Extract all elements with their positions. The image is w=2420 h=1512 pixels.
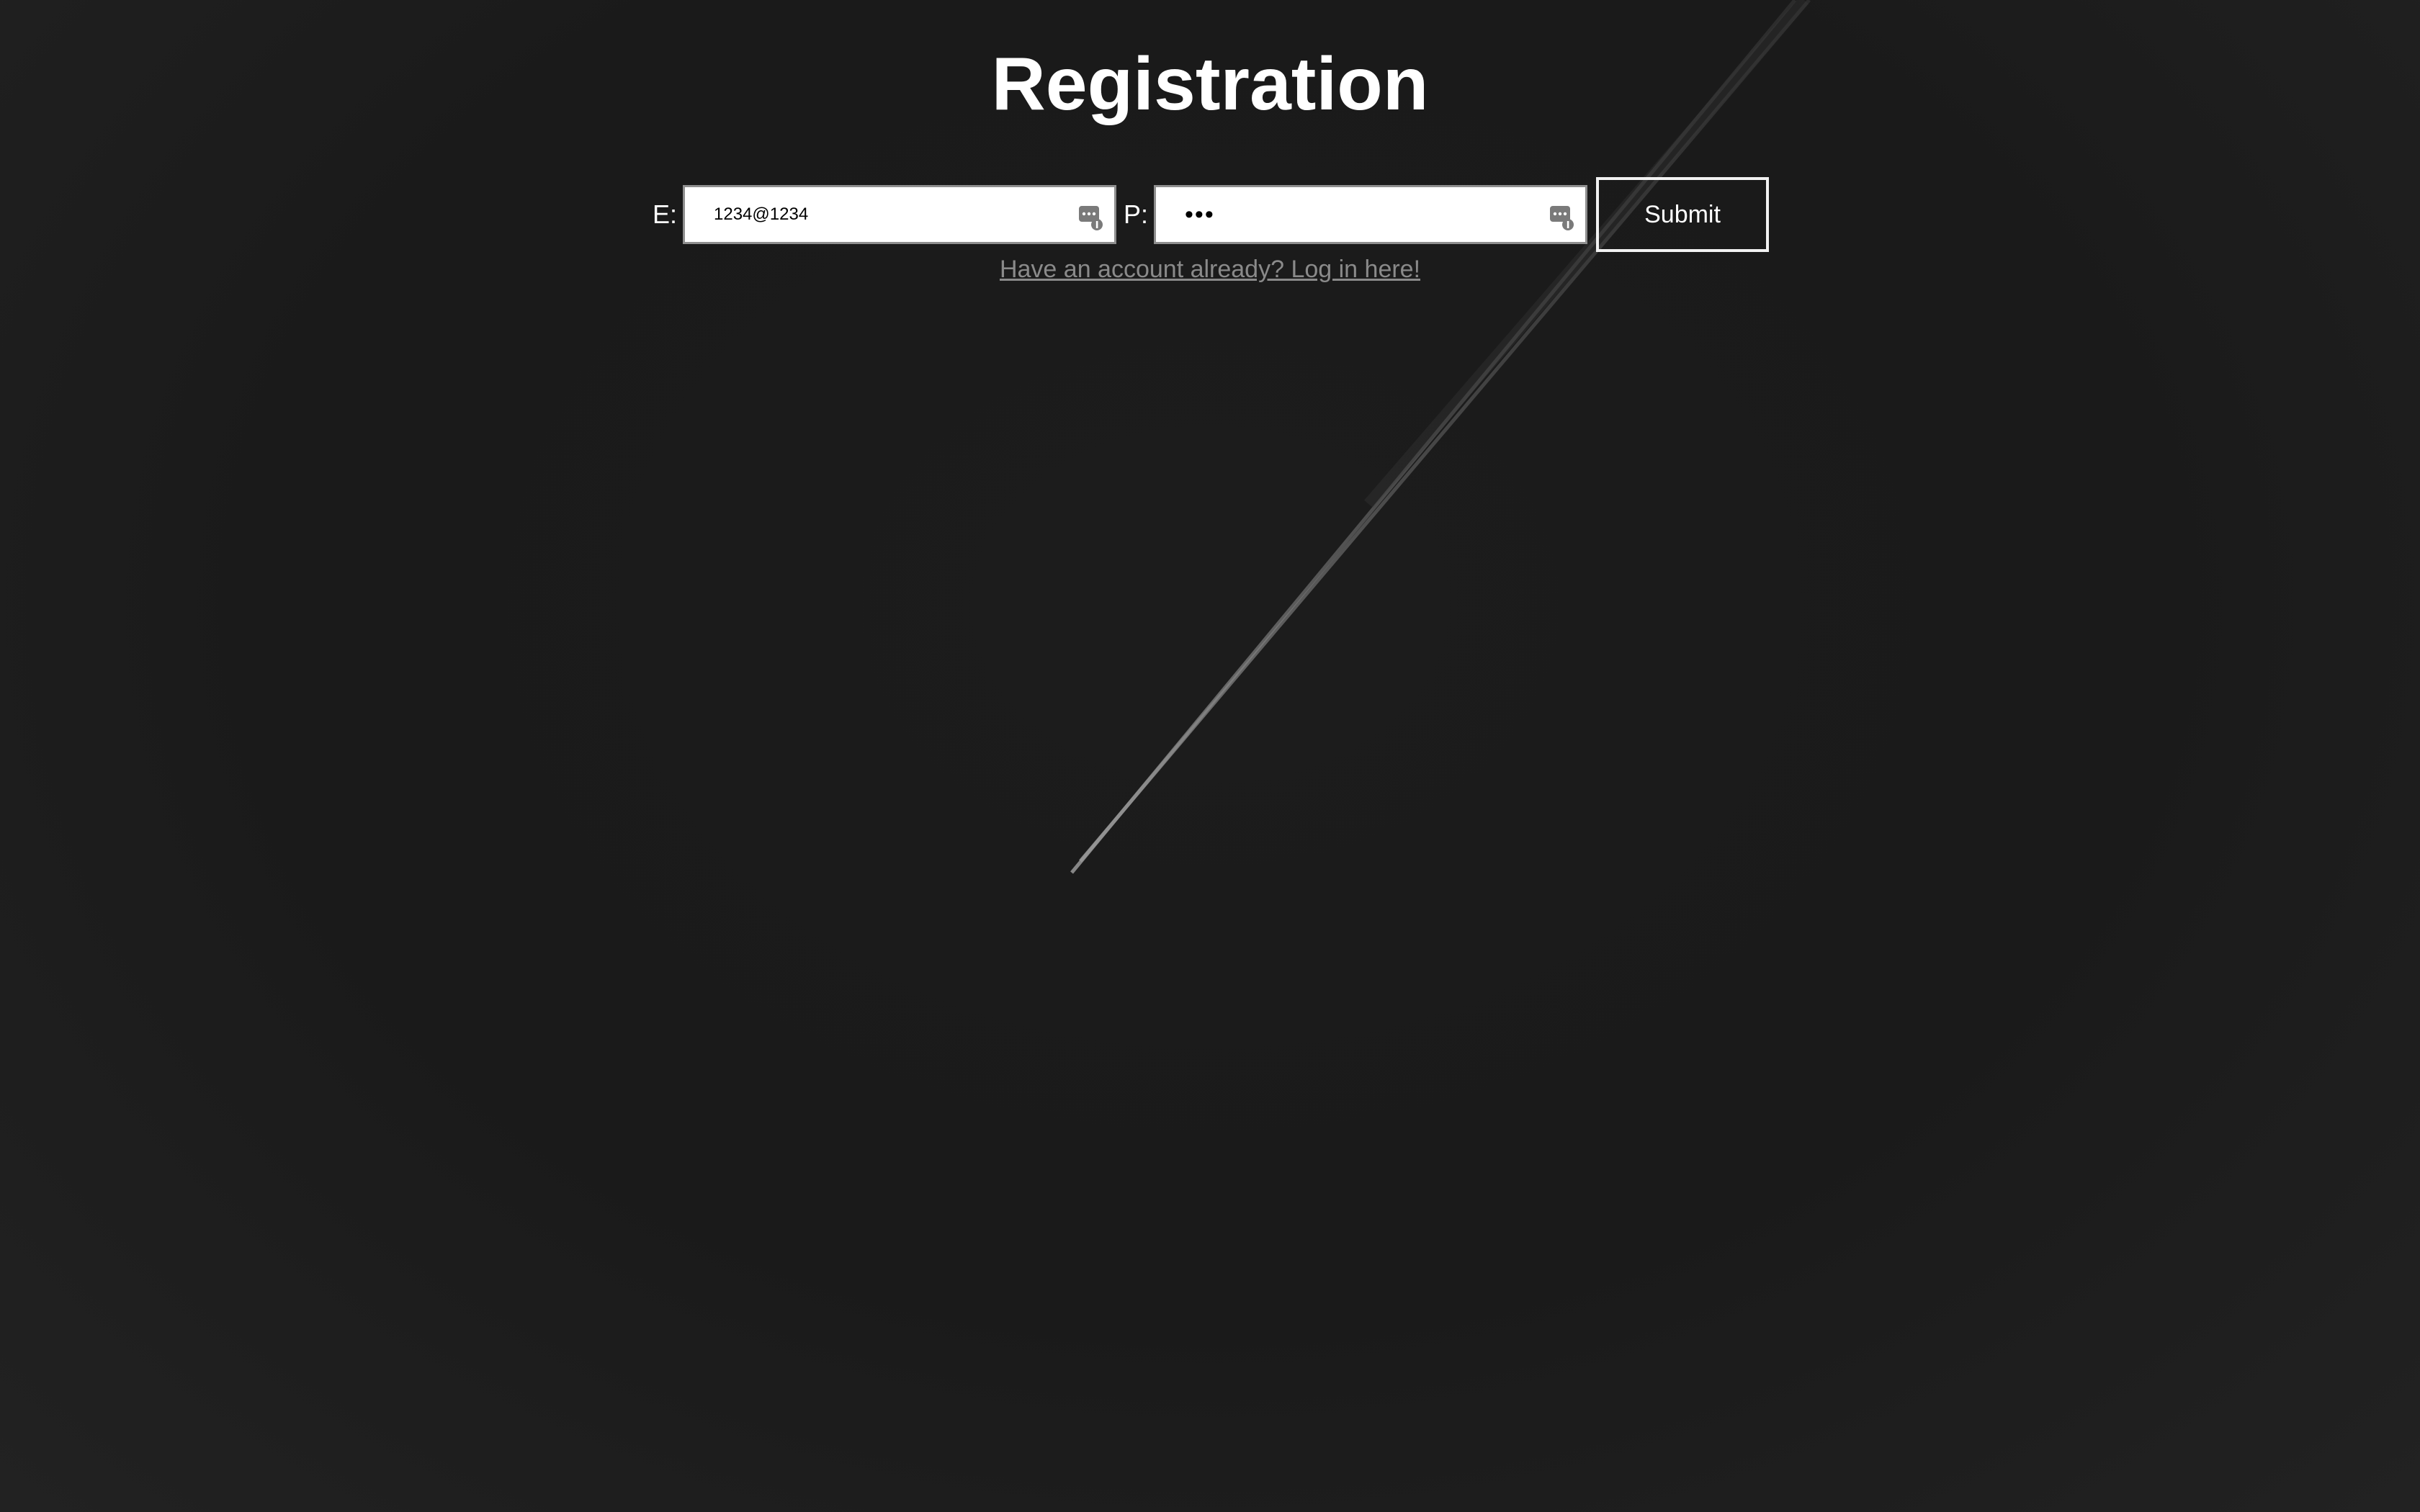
email-field[interactable] [685, 187, 1115, 242]
login-link-container: Have an account already? Log in here! [0, 253, 2420, 285]
page-title: Registration [991, 42, 1429, 126]
registration-form: E: P: Submit [653, 177, 1770, 252]
password-manager-key-icon[interactable] [1549, 203, 1575, 230]
password-label: P: [1124, 199, 1149, 229]
email-field-wrapper [683, 185, 1117, 244]
password-field[interactable] [1156, 187, 1586, 242]
password-field-wrapper [1154, 185, 1588, 244]
submit-button[interactable]: Submit [1596, 177, 1770, 252]
password-manager-key-icon[interactable] [1078, 203, 1104, 230]
email-label: E: [653, 199, 678, 229]
login-link[interactable]: Have an account already? Log in here! [1000, 256, 1420, 283]
